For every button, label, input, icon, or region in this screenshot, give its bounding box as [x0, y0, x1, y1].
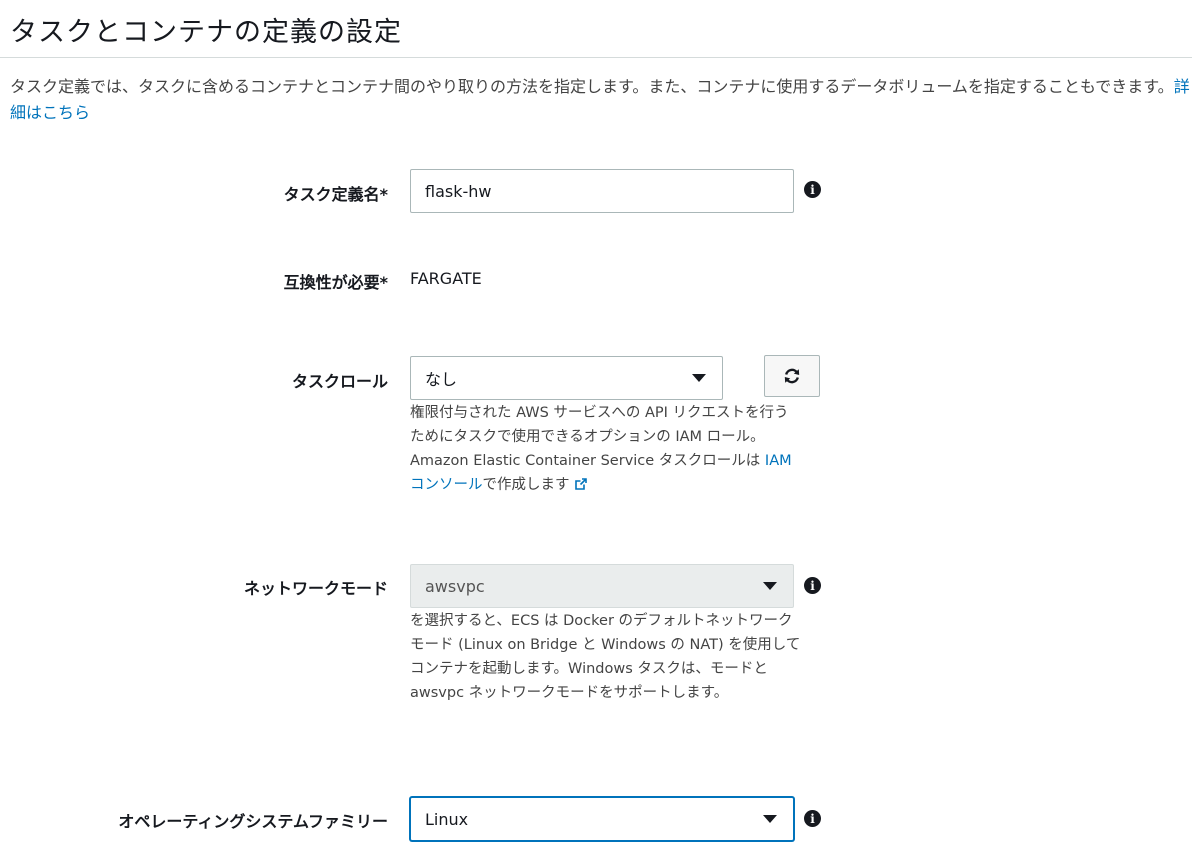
compatibility-value: FARGATE [410, 269, 482, 288]
title-divider [0, 57, 1192, 58]
network-mode-label: ネットワークモード [243, 579, 388, 598]
page-title: タスクとコンテナの定義の設定 [10, 17, 402, 48]
os-family-label: オペレーティングシステムファミリー [118, 812, 388, 831]
task-role-help-text: 権限付与された AWS サービスへの API リクエストを行うためにタスクで使用… [410, 401, 802, 497]
network-mode-help-text: を選択すると、ECS は Docker のデフォルトネットワークモード (Lin… [410, 613, 801, 701]
network-mode-selected-value: awsvpc [425, 576, 485, 596]
task-role-selected-value: なし [425, 370, 458, 389]
task-role-help-body: 権限付与された AWS サービスへの API リクエストを行うためにタスクで使用… [410, 405, 789, 469]
page-description: タスク定義では、タスクに含めるコンテナとコンテナ間のやり取りの方法を指定します。… [10, 74, 1190, 126]
os-family-selected-value: Linux [425, 809, 469, 829]
info-icon[interactable]: i [804, 181, 821, 198]
external-link-icon[interactable] [574, 477, 588, 491]
caret-down-icon [763, 582, 777, 590]
network-mode-select[interactable]: awsvpc [410, 564, 794, 608]
refresh-icon [784, 368, 800, 384]
task-definition-name-label: タスク定義名* [283, 185, 388, 204]
task-definition-name-value: flask-hw [425, 181, 492, 201]
task-role-label: タスクロール [291, 372, 388, 391]
task-definition-name-input[interactable]: flask-hw [410, 169, 794, 213]
page-description-text: タスク定義では、タスクに含めるコンテナとコンテナ間のやり取りの方法を指定します。… [10, 77, 1174, 96]
info-icon[interactable]: i [804, 810, 821, 827]
refresh-roles-button[interactable] [764, 355, 820, 397]
caret-down-icon [763, 815, 777, 823]
task-role-help-suffix: で作成します [482, 477, 570, 493]
caret-down-icon [692, 374, 706, 382]
info-icon[interactable]: i [804, 577, 821, 594]
os-family-select[interactable]: Linux [410, 797, 794, 841]
compatibility-label: 互換性が必要* [283, 273, 388, 292]
task-role-select[interactable]: なし [410, 356, 723, 400]
